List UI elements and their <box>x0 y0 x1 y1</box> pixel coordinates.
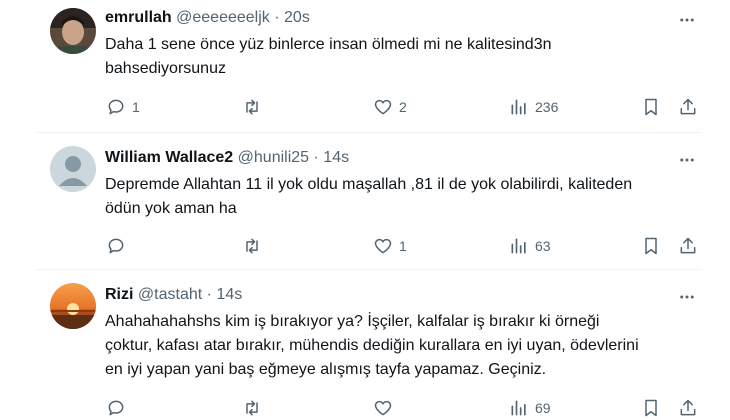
share-button[interactable] <box>678 234 698 258</box>
retweet-icon <box>246 99 258 115</box>
tweet-header: Rizi @tastaht · 14s <box>105 286 242 304</box>
share-icon <box>680 237 696 254</box>
views-button[interactable]: 69 <box>509 396 551 420</box>
avatar[interactable] <box>50 283 96 329</box>
reply-icon <box>108 400 124 416</box>
reply-icon <box>108 238 124 254</box>
bookmark-button[interactable] <box>641 234 661 258</box>
share-button[interactable] <box>678 95 698 119</box>
tweet-text: Depremde Allahtan 11 il yok oldu maşalla… <box>105 173 705 221</box>
bookmark-icon <box>645 237 657 255</box>
tweet-text-line: Daha 1 sene önce yüz binlerce insan ölme… <box>105 36 552 53</box>
views-icon <box>511 400 526 416</box>
bookmark-icon <box>645 98 657 116</box>
share-icon <box>680 399 696 416</box>
like-count: 1 <box>399 238 407 254</box>
share-button[interactable] <box>678 396 698 420</box>
reply-count: 1 <box>132 99 140 115</box>
like-button[interactable]: 2 <box>373 95 407 119</box>
timestamp[interactable]: 14s <box>216 286 242 303</box>
reply-button[interactable] <box>106 396 132 420</box>
tweet-text: Daha 1 sene önce yüz binlerce insan ölme… <box>105 33 705 81</box>
display-name[interactable]: Rizi <box>105 286 133 303</box>
user-handle[interactable]: @tastaht <box>138 286 202 303</box>
tweet-text-line: ödün yok aman ha <box>105 200 237 217</box>
separator-dot: · <box>206 286 212 303</box>
separator-dot: · <box>313 149 319 166</box>
reply-icon <box>108 99 124 115</box>
retweet-icon <box>246 238 258 254</box>
retweet-icon <box>246 400 258 416</box>
tweet-text-line: en iyi yapan yani baş eğmeye alışmış tay… <box>105 361 547 378</box>
user-handle[interactable]: @eeeeeeeljk <box>176 9 270 26</box>
more-horizontal-icon <box>680 295 694 299</box>
like-button[interactable] <box>373 396 399 420</box>
views-icon <box>511 238 526 254</box>
share-icon <box>680 98 696 115</box>
retweet-button[interactable] <box>242 234 268 258</box>
more-options-button[interactable] <box>672 10 702 30</box>
reply-button[interactable]: 1 <box>106 95 140 119</box>
reply-button[interactable] <box>106 234 132 258</box>
like-count: 2 <box>399 99 407 115</box>
views-count: 63 <box>535 238 551 254</box>
views-count: 236 <box>535 99 559 115</box>
bookmark-button[interactable] <box>641 95 661 119</box>
tweet[interactable]: emrullah @eeeeeeeljk · 20s Daha 1 sene ö… <box>0 0 730 132</box>
bookmark-button[interactable] <box>641 396 661 420</box>
tweet-actions: 1 63 <box>0 234 730 258</box>
tweet[interactable]: Rizi @tastaht · 14s Ahahahahahshs kim iş… <box>0 270 730 420</box>
more-options-button[interactable] <box>672 287 702 307</box>
bookmark-icon <box>645 399 657 417</box>
tweet-text: Ahahahahahshs kim iş bırakıyor ya? İşçil… <box>105 310 705 382</box>
views-icon <box>511 99 526 115</box>
tweet-actions: 69 <box>0 396 730 420</box>
retweet-button[interactable] <box>242 396 268 420</box>
timestamp[interactable]: 20s <box>284 9 310 26</box>
tweet-header: emrullah @eeeeeeeljk · 20s <box>105 9 310 27</box>
more-options-button[interactable] <box>672 150 702 170</box>
more-horizontal-icon <box>680 158 694 162</box>
like-button[interactable]: 1 <box>373 234 407 258</box>
timestamp[interactable]: 14s <box>323 149 349 166</box>
tweet-text-line: çoktur, kafası atar bırakır, mühendis de… <box>105 337 639 354</box>
retweet-button[interactable] <box>242 95 268 119</box>
heart-icon <box>374 238 392 254</box>
tweet-actions: 1 2 236 <box>0 95 730 119</box>
views-count: 69 <box>535 400 551 416</box>
tweet-text-line: bahsediyorsunuz <box>105 60 226 77</box>
separator-dot: · <box>274 9 280 26</box>
views-button[interactable]: 63 <box>509 234 551 258</box>
tweet-header: William Wallace2 @hunili25 · 14s <box>105 149 349 167</box>
views-button[interactable]: 236 <box>509 95 558 119</box>
avatar[interactable] <box>50 8 96 54</box>
display-name[interactable]: emrullah <box>105 9 172 26</box>
heart-icon <box>374 99 392 115</box>
avatar[interactable] <box>50 146 96 192</box>
tweet[interactable]: William Wallace2 @hunili25 · 14s Depremd… <box>0 133 730 269</box>
tweet-text-line: Depremde Allahtan 11 il yok oldu maşalla… <box>105 176 633 193</box>
display-name[interactable]: William Wallace2 <box>105 149 233 166</box>
user-handle[interactable]: @hunili25 <box>238 149 309 166</box>
more-horizontal-icon <box>680 18 694 22</box>
heart-icon <box>374 400 392 416</box>
tweet-text-line: Ahahahahahshs kim iş bırakıyor ya? İşçil… <box>105 313 600 330</box>
